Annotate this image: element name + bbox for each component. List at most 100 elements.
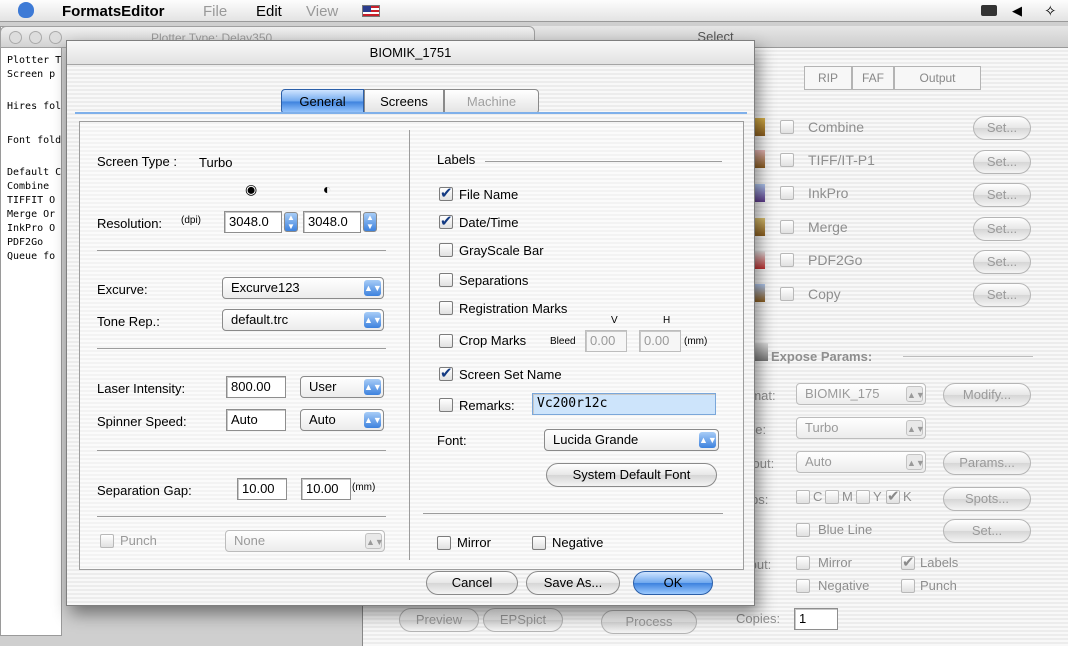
log-line: Screen p xyxy=(7,69,56,80)
combine-checkbox[interactable] xyxy=(780,120,794,134)
menu-view[interactable]: View xyxy=(306,3,338,20)
separations-label: Separations xyxy=(459,273,529,288)
app-menu[interactable]: FormatsEditor xyxy=(62,3,165,20)
preview-button[interactable]: Preview xyxy=(399,608,479,632)
punch-popup[interactable]: None ▲▼ xyxy=(225,530,385,552)
cancel-button[interactable]: Cancel xyxy=(426,571,518,595)
minimize-icon[interactable] xyxy=(29,31,42,44)
layout-popup[interactable]: Auto ▲▼ xyxy=(796,451,926,473)
separation-gap-field-2[interactable]: 10.00 xyxy=(301,478,351,500)
tone-rep-popup[interactable]: default.trc ▲▼ xyxy=(222,309,384,331)
output-negative-checkbox[interactable] xyxy=(796,579,810,593)
output-labels-checkbox[interactable] xyxy=(901,553,915,571)
date-time-checkbox[interactable] xyxy=(439,212,453,230)
copy-checkbox[interactable] xyxy=(780,287,794,301)
bleed-h-field[interactable]: 0.00 xyxy=(639,330,681,352)
font-popup[interactable]: Lucida Grande ▲▼ xyxy=(544,429,719,451)
tab-rip[interactable]: RIP xyxy=(804,66,852,90)
spots-button[interactable]: Spots... xyxy=(943,487,1031,511)
crop-marks-checkbox[interactable] xyxy=(439,334,453,348)
menu-file[interactable]: File xyxy=(203,3,227,20)
resolution-h-stepper[interactable]: ▲ ▼ xyxy=(284,212,298,232)
bleed-v-field[interactable]: 0.00 xyxy=(585,330,627,352)
log-line: Plotter T xyxy=(7,55,62,66)
pdf2go-checkbox[interactable] xyxy=(780,253,794,267)
menu-edit[interactable]: Edit xyxy=(256,3,282,20)
remarks-checkbox[interactable] xyxy=(439,398,453,412)
expose-params-icon xyxy=(754,343,768,361)
copy-set-button[interactable]: Set... xyxy=(973,283,1031,307)
volume-icon[interactable]: ◀ xyxy=(1012,3,1022,19)
sep-k-label: K xyxy=(903,489,912,504)
tab-divider xyxy=(75,112,747,114)
epspict-button[interactable]: EPSpict xyxy=(483,608,563,632)
output-mirror-checkbox[interactable] xyxy=(796,556,810,570)
popup-arrow-icon: ▲▼ xyxy=(364,280,382,296)
popup-arrow-icon: ▲▼ xyxy=(364,379,382,395)
display-icon[interactable] xyxy=(981,5,997,16)
sep-m-checkbox[interactable] xyxy=(825,490,839,504)
ok-button[interactable]: OK xyxy=(633,571,713,595)
tab-faf[interactable]: FAF xyxy=(852,66,894,90)
save-as-button[interactable]: Save As... xyxy=(526,571,620,595)
sep-y-label: Y xyxy=(873,489,882,504)
pdf2go-set-button[interactable]: Set... xyxy=(973,250,1031,274)
separation-gap-field-1[interactable]: 10.00 xyxy=(237,478,287,500)
spinner-mode-popup[interactable]: Auto ▲▼ xyxy=(300,409,384,431)
tab-general[interactable]: General xyxy=(281,89,364,114)
file-name-checkbox[interactable] xyxy=(439,184,453,202)
mirror-checkbox[interactable] xyxy=(437,536,451,550)
resolution-v-stepper[interactable]: ▲ ▼ xyxy=(363,212,377,232)
tiff-set-button[interactable]: Set... xyxy=(973,150,1031,174)
close-icon[interactable] xyxy=(9,31,22,44)
output-punch-checkbox[interactable] xyxy=(901,579,915,593)
resolution-v-field[interactable]: 3048.0 xyxy=(303,211,361,233)
inkpro-set-button[interactable]: Set... xyxy=(973,183,1031,207)
type-popup[interactable]: Turbo ▲▼ xyxy=(796,417,926,439)
crop-marks-label: Crop Marks xyxy=(459,333,527,348)
log-line: Hires fol xyxy=(7,101,62,112)
registration-checkbox[interactable] xyxy=(439,301,453,315)
script-menu-icon[interactable]: ✧ xyxy=(1044,2,1057,20)
screen-type-value: Turbo xyxy=(199,155,233,170)
blue-line-set-button[interactable]: Set... xyxy=(943,519,1031,543)
sep-c-checkbox[interactable] xyxy=(796,490,810,504)
grayscale-label: GrayScale Bar xyxy=(459,243,544,258)
merge-checkbox[interactable] xyxy=(780,220,794,234)
sep-k-checkbox[interactable] xyxy=(886,487,900,505)
spinner-speed-label: Spinner Speed: xyxy=(97,414,187,429)
screen-set-checkbox[interactable] xyxy=(439,364,453,382)
flag-icon[interactable] xyxy=(362,5,380,17)
remarks-label: Remarks: xyxy=(459,398,515,413)
resolution-h-field[interactable]: 3048.0 xyxy=(224,211,282,233)
combine-set-button[interactable]: Set... xyxy=(973,116,1031,140)
spinner-speed-field[interactable]: Auto xyxy=(226,409,286,431)
bleed-label: Bleed xyxy=(550,336,576,347)
separations-checkbox[interactable] xyxy=(439,273,453,287)
tiff-checkbox[interactable] xyxy=(780,153,794,167)
tab-output[interactable]: Output xyxy=(894,66,981,90)
remarks-field[interactable]: Vc200r12c xyxy=(532,393,716,415)
copies-field[interactable]: 1 xyxy=(794,608,838,630)
system-default-font-button[interactable]: System Default Font xyxy=(546,463,717,487)
sep-y-checkbox[interactable] xyxy=(856,490,870,504)
zoom-icon[interactable] xyxy=(49,31,62,44)
output-punch-label: Punch xyxy=(920,578,957,593)
params-button[interactable]: Params... xyxy=(943,451,1031,475)
punch-checkbox[interactable] xyxy=(100,534,114,548)
merge-set-button[interactable]: Set... xyxy=(973,217,1031,241)
tab-machine[interactable]: Machine xyxy=(444,89,539,114)
laser-intensity-field[interactable]: 800.00 xyxy=(226,376,286,398)
laser-mode-popup[interactable]: User ▲▼ xyxy=(300,376,384,398)
apple-logo-icon[interactable] xyxy=(18,2,34,18)
tab-screens[interactable]: Screens xyxy=(364,89,444,114)
grayscale-checkbox[interactable] xyxy=(439,243,453,257)
excurve-popup[interactable]: Excurve123 ▲▼ xyxy=(222,277,384,299)
blue-line-checkbox[interactable] xyxy=(796,523,810,537)
inkpro-checkbox[interactable] xyxy=(780,186,794,200)
merge-label: Merge xyxy=(808,219,848,235)
negative-checkbox[interactable] xyxy=(532,536,546,550)
process-button[interactable]: Process xyxy=(601,610,697,634)
modify-button[interactable]: Modify... xyxy=(943,383,1031,407)
format-popup[interactable]: BIOMIK_175 ▲▼ xyxy=(796,383,926,405)
